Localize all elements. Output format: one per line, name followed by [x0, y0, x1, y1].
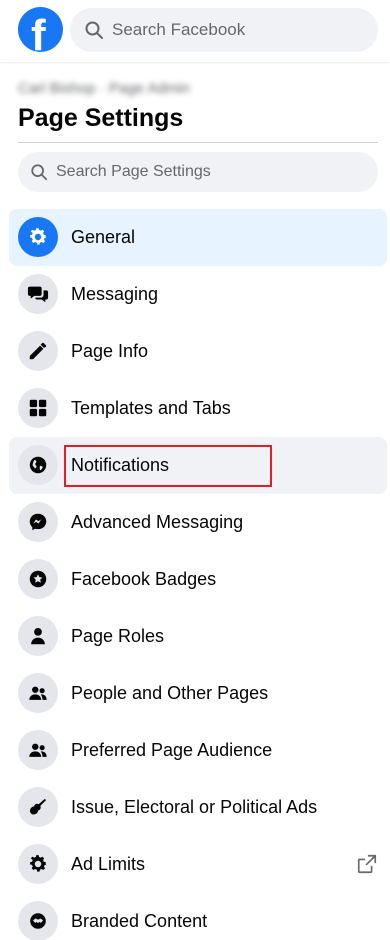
handshake-icon — [18, 901, 58, 940]
menu-item-label: Ad Limits — [71, 854, 146, 874]
menu-item-preferred-page-audience[interactable]: Preferred Page Audience — [9, 722, 387, 779]
facebook-logo-icon[interactable]: f — [18, 7, 63, 52]
menu-item-notifications[interactable]: Notifications — [9, 437, 387, 494]
menu-item-messaging[interactable]: Messaging — [9, 266, 387, 323]
page-settings-search-box[interactable] — [18, 152, 378, 192]
annotation-highlight-box — [64, 445, 272, 487]
guitar-icon — [18, 787, 58, 827]
page-settings-search-input[interactable] — [56, 163, 306, 181]
menu-item-issue-electoral-political-ads[interactable]: Issue, Electoral or Political Ads — [9, 779, 387, 836]
menu-item-page-info[interactable]: Page Info — [9, 323, 387, 380]
menu-item-branded-content[interactable]: Branded Content — [9, 893, 387, 940]
blurred-page-name: Carl Bishop · Page Admin — [18, 80, 190, 97]
menu-item-label: Page Roles — [71, 626, 165, 646]
menu-item-facebook-badges[interactable]: Facebook Badges — [9, 551, 387, 608]
people-icon — [18, 673, 58, 713]
menu-item-label: Facebook Badges — [71, 569, 217, 589]
menu-item-people-and-other-pages[interactable]: People and Other Pages — [9, 665, 387, 722]
facebook-search-box[interactable] — [70, 8, 378, 52]
messenger-icon — [18, 502, 58, 542]
divider — [18, 142, 378, 143]
page-title: Page Settings — [18, 104, 184, 132]
external-link-icon[interactable] — [356, 853, 378, 875]
facebook-search-input[interactable] — [112, 20, 362, 40]
star-badge-icon — [18, 559, 58, 599]
menu-item-advanced-messaging[interactable]: Advanced Messaging — [9, 494, 387, 551]
people-icon — [18, 730, 58, 770]
search-icon — [85, 21, 103, 39]
settings-menu: General Messaging Page Info Templates an… — [9, 209, 387, 940]
menu-item-label: General — [71, 227, 136, 247]
chat-bubbles-icon — [18, 274, 58, 314]
menu-item-label: Issue, Electoral or Political Ads — [71, 797, 318, 817]
globe-icon — [18, 445, 58, 485]
grid-icon — [18, 388, 58, 428]
menu-item-templates-and-tabs[interactable]: Templates and Tabs — [9, 380, 387, 437]
menu-item-label: Preferred Page Audience — [71, 740, 273, 760]
menu-item-label: Messaging — [71, 284, 159, 304]
menu-item-label: Page Info — [71, 341, 149, 361]
menu-item-ad-limits[interactable]: Ad Limits — [9, 836, 387, 893]
menu-item-label: Templates and Tabs — [71, 398, 231, 418]
pencil-icon — [18, 331, 58, 371]
top-bar: f — [0, 0, 390, 62]
gear-icon — [18, 844, 58, 884]
gear-icon — [18, 217, 58, 257]
menu-item-label: People and Other Pages — [71, 683, 269, 703]
search-icon — [31, 164, 48, 181]
menu-item-label: Branded Content — [71, 911, 208, 931]
menu-item-label: Advanced Messaging — [71, 512, 244, 532]
logo-letter: f — [31, 11, 46, 52]
person-icon — [18, 616, 58, 656]
menu-item-general[interactable]: General — [9, 209, 387, 266]
menu-item-page-roles[interactable]: Page Roles — [9, 608, 387, 665]
